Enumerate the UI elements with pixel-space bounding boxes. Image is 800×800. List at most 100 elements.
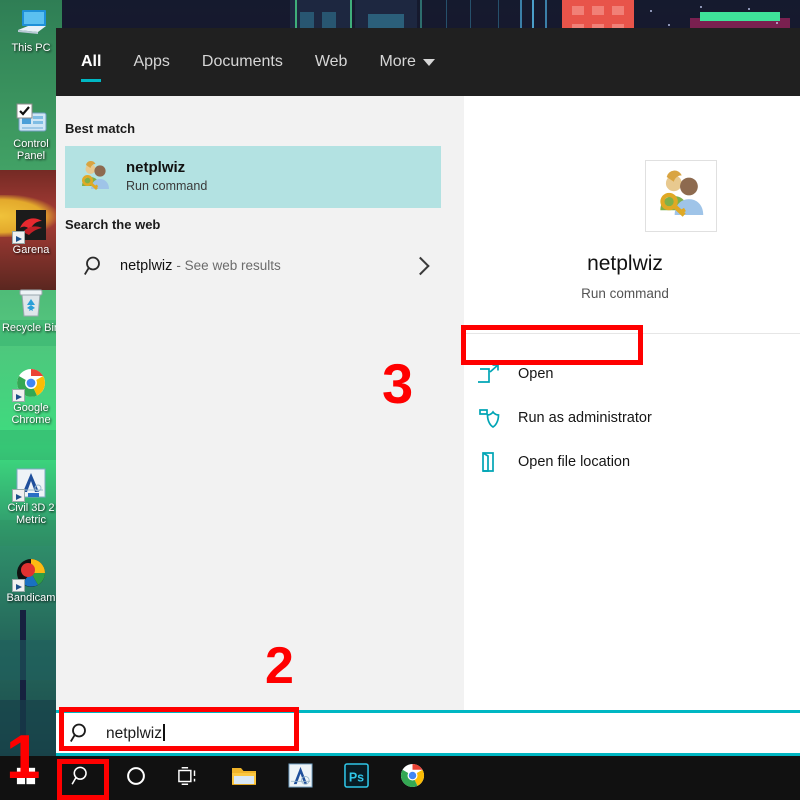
desktop-icon-label: Control Panel [0,138,62,162]
taskbar: Ps [0,756,800,800]
tab-apps[interactable]: Apps [117,28,185,96]
wallpaper-star [650,10,652,12]
desktop-icon-this-pc[interactable]: This PC [0,6,62,54]
wallpaper-star [700,6,702,8]
best-match-subtitle: Run command [126,178,207,195]
search-input-text-wrap: netplwiz [106,724,165,743]
search-flyout: All Apps Documents Web More Best match [56,28,800,710]
taskbar-search-button[interactable] [56,756,108,800]
annotation-step-1: 1 [6,727,40,789]
search-icon [71,765,93,792]
chevron-down-icon [423,59,435,66]
search-icon [84,255,106,277]
search-input-value: netplwiz [106,725,162,742]
open-window-icon [478,363,500,385]
best-match-text: netplwiz Run command [126,159,207,195]
photoshop-button[interactable]: Ps [330,756,382,800]
shortcut-overlay-icon [12,489,25,502]
best-match-result[interactable]: netplwiz Run command [65,146,441,208]
wallpaper-star [776,22,778,24]
wallpaper-building [700,12,780,21]
search-web-heading: Search the web [65,217,160,232]
wallpaper-window [572,6,584,15]
desktop-icon-label: Civil 3D 2 Metric [0,502,62,526]
desktop-icon-label: Recycle Bin [0,322,62,334]
web-result-row[interactable]: netplwiz - See web results [65,242,441,290]
cortana-button[interactable] [110,756,162,800]
file-explorer-button[interactable] [218,756,270,800]
text-cursor [163,724,165,741]
web-result-text: netplwiz - See web results [120,258,281,274]
chevron-right-icon [411,257,429,275]
open-file-location-action[interactable]: Open file location [464,440,786,484]
preview-left-gutter [450,96,464,710]
tab-documents-label: Documents [202,53,283,71]
wallpaper-window [322,12,336,28]
preview-title: netplwiz [450,252,800,276]
photoshop-icon: Ps [344,763,369,793]
autocad-button[interactable] [274,756,326,800]
shortcut-overlay-icon [12,389,25,402]
desktop-icon-recycle-bin[interactable]: Recycle Bin [0,286,62,334]
wallpaper-star [668,24,670,26]
autocad-icon [14,466,48,500]
wallpaper-band [0,430,62,460]
best-match-title: netplwiz [126,159,207,177]
preview-divider [464,333,800,334]
web-result-query: netplwiz [120,258,172,274]
best-match-heading: Best match [65,121,135,136]
search-input-container[interactable]: netplwiz [56,710,800,756]
run-as-administrator-label: Run as administrator [518,410,652,426]
desktop-icon-bandicam[interactable]: Bandicam [0,556,62,604]
chrome-icon [14,366,48,400]
tab-documents[interactable]: Documents [186,28,299,96]
shield-icon [478,407,500,429]
tab-all[interactable]: All [65,28,117,96]
task-view-button[interactable] [163,756,215,800]
desktop-icon-label: Google Chrome [0,402,62,426]
task-view-icon [177,765,201,792]
desktop-icon-civil-3d[interactable]: Civil 3D 2 Metric [0,466,62,526]
control-panel-icon [14,102,48,136]
autocad-icon [288,763,313,793]
tab-web-label: Web [315,53,348,71]
wallpaper-window [612,6,624,15]
wallpaper-window [592,6,604,15]
folder-icon [231,765,257,792]
wallpaper-band [0,640,62,680]
svg-text:Ps: Ps [348,770,363,784]
search-tab-bar: All Apps Documents Web More [56,28,800,96]
shortcut-overlay-icon [12,579,25,592]
search-tabs: All Apps Documents Web More [65,28,451,96]
web-result-suffix: - See web results [176,258,280,273]
annotation-step-2: 2 [265,640,294,692]
desktop-icon-label: Garena [0,244,62,256]
bandicam-icon [14,556,48,590]
garena-icon [14,208,48,242]
desktop-icon-control-panel[interactable]: Control Panel [0,102,62,162]
desktop-icon-google-chrome[interactable]: Google Chrome [0,366,62,426]
tab-more-label: More [379,53,415,71]
open-action-label: Open [518,366,553,382]
chrome-icon [400,763,425,793]
desktop-icon-garena[interactable]: Garena [0,208,62,256]
shortcut-overlay-icon [12,231,25,244]
open-action[interactable]: Open [464,352,786,396]
circle-icon [125,765,147,792]
users-key-icon [78,160,112,194]
tab-web[interactable]: Web [299,28,364,96]
users-key-icon [654,169,708,228]
wallpaper-star [748,8,750,10]
tab-all-label: All [81,53,101,71]
run-as-administrator-action[interactable]: Run as administrator [464,396,786,440]
tab-apps-label: Apps [133,53,169,71]
search-icon [70,722,92,744]
open-file-location-label: Open file location [518,454,630,470]
tab-more[interactable]: More [363,28,450,96]
monitor-icon [14,6,48,40]
chrome-button[interactable] [386,756,438,800]
search-results-body: Best match netpl [56,96,800,710]
search-input[interactable]: netplwiz [56,713,800,753]
recycle-bin-icon [14,286,48,320]
desktop-icon-label: Bandicam [0,592,62,604]
